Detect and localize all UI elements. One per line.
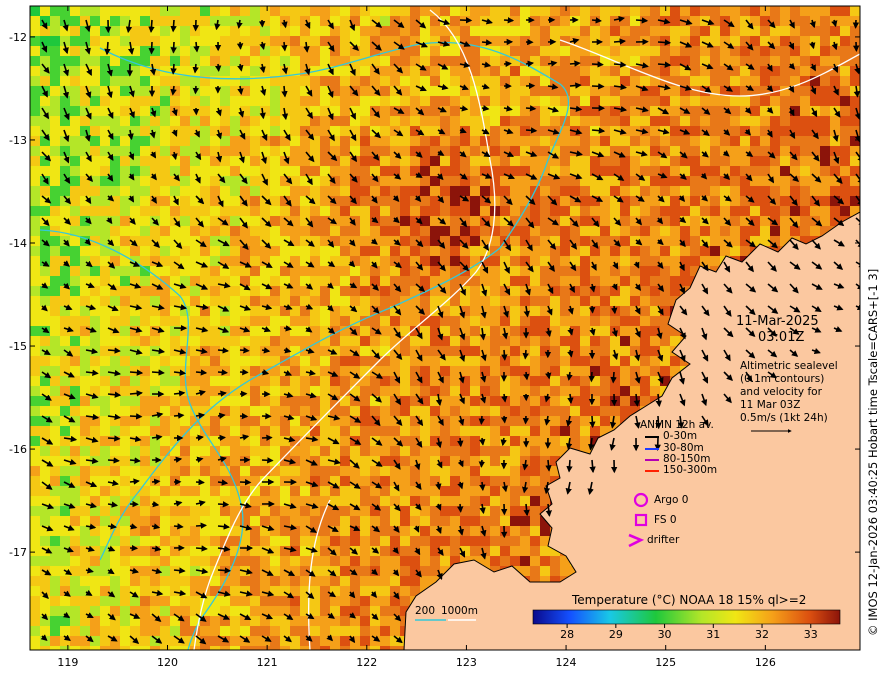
latitude-tick-label: -17 bbox=[9, 546, 27, 559]
colorbar-tick-label: 31 bbox=[706, 628, 720, 641]
latitude-tick-label: -13 bbox=[9, 134, 27, 147]
altimetry-note: Altimetric sealevel (0.1m contours) and … bbox=[740, 360, 838, 425]
longitude-tick-label: 121 bbox=[257, 656, 278, 669]
contour-1000-label: 1000m bbox=[441, 605, 478, 617]
latitude-tick-label: -14 bbox=[9, 237, 27, 250]
longitude-tick-label: 126 bbox=[755, 656, 776, 669]
latitude-tick-label: -15 bbox=[9, 340, 27, 353]
longitude-tick-label: 122 bbox=[356, 656, 377, 669]
altimetry-line: and velocity for bbox=[740, 386, 822, 398]
map-plot-area bbox=[30, 6, 860, 650]
altimetry-line: Altimetric sealevel bbox=[740, 360, 838, 372]
altimetry-line: (0.1m contours) bbox=[740, 373, 825, 385]
longitude-tick-label: 120 bbox=[157, 656, 178, 669]
longitude-tick-label: 119 bbox=[57, 656, 78, 669]
altimetry-line: 0.5m/s (1kt 24h) bbox=[740, 412, 828, 424]
altimetry-line: 11 Mar 03Z bbox=[740, 399, 801, 411]
latitude-tick-label: -12 bbox=[9, 31, 27, 44]
colorbar-tick-label: 33 bbox=[804, 628, 818, 641]
longitude-tick-label: 124 bbox=[556, 656, 577, 669]
anmn-legend-item: 150-300m bbox=[663, 464, 718, 476]
argo-label: Argo 0 bbox=[654, 494, 689, 506]
colorbar-tick-label: 28 bbox=[560, 628, 574, 641]
longitude-tick-label: 125 bbox=[655, 656, 676, 669]
sst-map: -12 -13 -14 -15 -16 -17 119 120 121 122 123 124 125 1… bbox=[9, 5, 861, 669]
drifter-label: drifter bbox=[647, 534, 680, 546]
colorbar-tick-label: 30 bbox=[658, 628, 672, 641]
colorbar-tick-label: 29 bbox=[609, 628, 623, 641]
time-label: 03:01Z bbox=[758, 330, 805, 345]
longitude-tick-label: 123 bbox=[456, 656, 477, 669]
fs-label: FS 0 bbox=[654, 514, 677, 526]
contour-200-label: 200 bbox=[415, 605, 436, 617]
colorbar-title: Temperature (°C) NOAA 18 15% ql>=2 bbox=[572, 593, 807, 607]
latitude-tick-label: -16 bbox=[9, 443, 27, 456]
temperature-colorbar bbox=[532, 609, 841, 625]
copyright-caption: © IMOS 12-Jan-2026 03:40:25 Hobart time … bbox=[866, 268, 880, 636]
date-label: 11-Mar-2025 bbox=[736, 314, 819, 329]
colorbar-tick-label: 32 bbox=[755, 628, 769, 641]
